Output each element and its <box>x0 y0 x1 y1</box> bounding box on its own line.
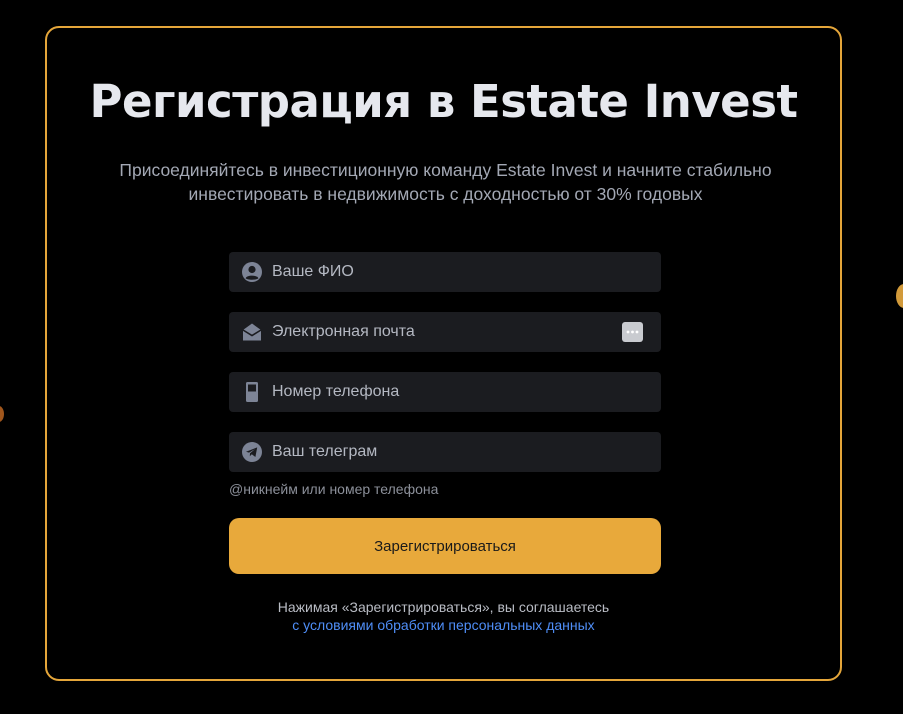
decorative-blob <box>0 406 4 422</box>
agreement-notice: Нажимая «Зарегистрироваться», вы соглаша… <box>47 598 840 634</box>
privacy-policy-link[interactable]: с условиями обработки персональных данны… <box>292 617 594 633</box>
telegram-hint: @никнейм или номер телефона <box>229 481 439 497</box>
envelope-open-icon <box>240 320 264 344</box>
name-input[interactable] <box>264 253 661 291</box>
phone-field <box>229 372 661 412</box>
page: Регистрация в Estate Invest Присоединяйт… <box>0 0 903 714</box>
user-circle-icon <box>240 260 264 284</box>
page-subtitle: Присоединяйтесь в инвестиционную команду… <box>119 160 772 204</box>
telegram-field <box>229 432 661 472</box>
email-input[interactable] <box>264 313 661 351</box>
name-field <box>229 252 661 292</box>
password-manager-icon[interactable] <box>622 322 643 342</box>
decorative-blob <box>896 284 903 308</box>
telegram-icon <box>240 440 264 464</box>
agreement-text: Нажимая «Зарегистрироваться», вы соглаша… <box>277 599 610 615</box>
telegram-input[interactable] <box>264 433 661 471</box>
email-field <box>229 312 661 352</box>
page-title: Регистрация в Estate Invest <box>89 75 799 128</box>
phone-input[interactable] <box>264 373 661 411</box>
register-button[interactable]: Зарегистрироваться <box>229 518 661 574</box>
registration-card: Регистрация в Estate Invest Присоединяйт… <box>45 26 842 681</box>
mobile-phone-icon <box>240 380 264 404</box>
